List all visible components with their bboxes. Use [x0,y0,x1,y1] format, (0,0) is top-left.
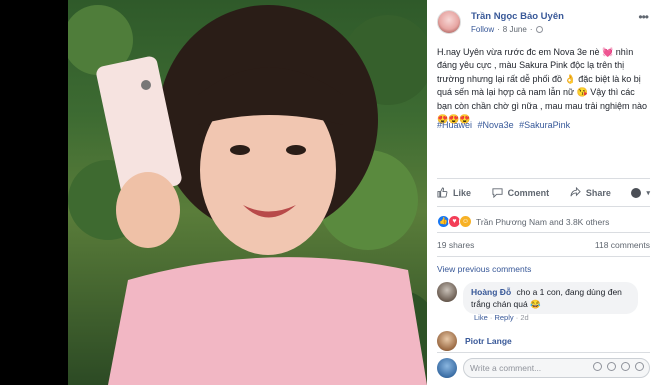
engagement-counts: 19 shares 118 comments [437,240,650,250]
post-meta: Follow · 8 June · [471,25,543,34]
comment-like-link[interactable]: Like [474,313,488,322]
haha-reaction-icon: ☺ [459,215,472,228]
comment-bubble: Hoàng Đỗ cho a 1 con, đang dùng đen trắn… [463,282,638,314]
author-avatar-wrap[interactable] [437,10,461,34]
reactions-text: Trần Phương Nam and 3.8K others [476,216,610,227]
chevron-down-icon: ▾ [646,189,650,197]
post-panel: Trần Ngọc Bảo Uyên Follow · 8 June · •••… [427,0,660,385]
divider-bottom [437,352,650,353]
post-text: H.nay Uyên vừa rước đc em Nova 3e nè 💓 n… [437,47,648,125]
comment-composer: Write a comment... [437,357,650,379]
comment-meta: Like · Reply · 2d [474,313,529,322]
hashtags: #Huawei #Nova3e #SakuraPink [437,120,652,130]
photo-illustration [68,5,427,385]
composer-avatar [437,358,457,378]
profile-avatar-small [631,187,642,198]
post-photo[interactable] [68,0,427,385]
author-name[interactable]: Trần Ngọc Bảo Uyên [471,11,611,22]
hashtag-sakurapink[interactable]: #SakuraPink [519,120,570,130]
composer-icons [593,362,644,371]
comment-item-2: Piotr Lange [437,331,512,351]
comment-reply-link[interactable]: Reply [494,313,513,322]
author-avatar[interactable] [437,10,461,34]
follow-link[interactable]: Follow [471,25,494,34]
gif-icon[interactable] [621,362,630,371]
reactions-summary[interactable]: 👍 ♥ ☺ Trần Phương Nam and 3.8K others [437,215,609,228]
post-date[interactable]: 8 June [503,25,527,34]
action-bar: Like Comment Share ▾ [437,187,650,198]
emoji-icon[interactable] [593,362,602,371]
meta-separator-2: · [529,25,533,34]
comment-button[interactable]: Comment [492,187,550,198]
view-previous-comments[interactable]: View previous comments [437,264,531,274]
hashtag-huawei[interactable]: #Huawei [437,120,472,130]
like-button[interactable]: Like [437,187,471,198]
hashtag-nova3e[interactable]: #Nova3e [478,120,514,130]
comment-icon [492,188,503,198]
commenter-avatar[interactable] [437,282,457,302]
globe-icon [535,26,543,33]
share-icon [570,187,581,197]
audience-selector[interactable]: ▾ [631,187,650,198]
divider-top [437,178,650,179]
commenter-name-2[interactable]: Piotr Lange [465,336,512,346]
share-button[interactable]: Share [570,187,611,198]
thumbs-up-icon [437,187,448,198]
more-options-icon[interactable]: ••• [638,10,649,24]
sticker-icon[interactable] [635,362,644,371]
divider-mid [437,206,650,207]
meta-separator: · [497,25,500,34]
shares-count[interactable]: 19 shares [437,240,474,250]
divider-reactions [437,232,650,233]
comment-label: Comment [507,187,550,198]
like-label: Like [453,187,472,198]
commenter-name[interactable]: Hoàng Đỗ [471,287,511,297]
comment-time[interactable]: 2d [520,313,528,322]
divider-counts [437,256,650,257]
camera-icon[interactable] [607,362,616,371]
comments-count[interactable]: 118 comments [595,240,650,250]
share-label: Share [585,187,611,198]
commenter-avatar-2[interactable] [437,331,457,351]
